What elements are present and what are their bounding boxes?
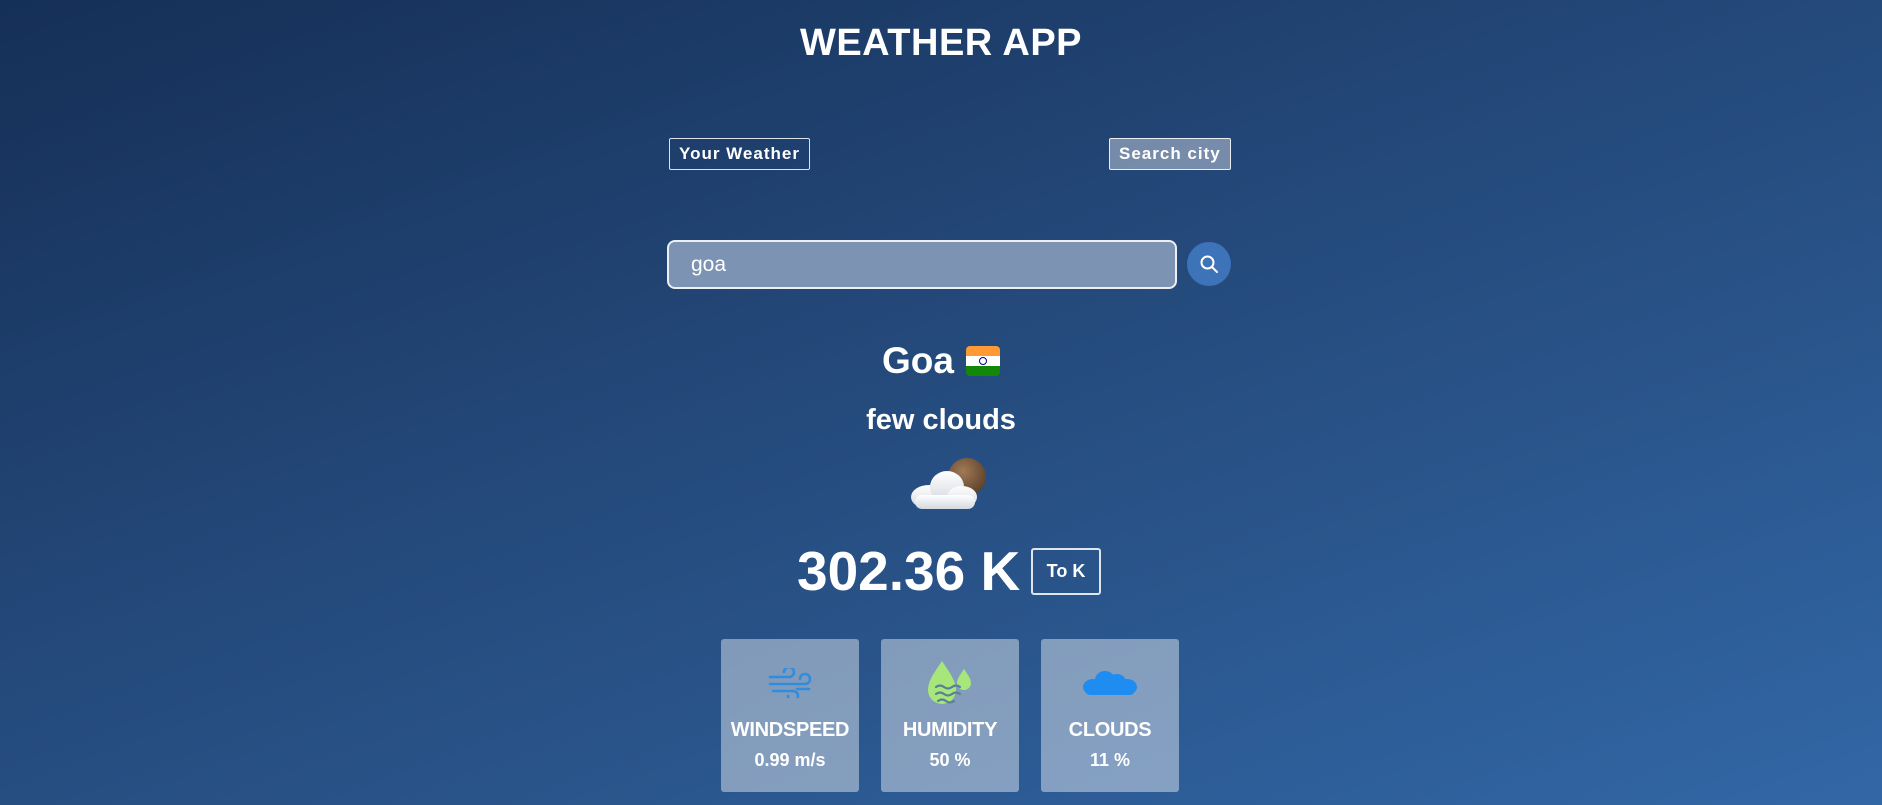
few-clouds-icon xyxy=(911,458,986,509)
wind-icon xyxy=(768,668,812,698)
tab-your-weather[interactable]: Your Weather xyxy=(669,138,810,170)
windspeed-value: 0.99 m/s xyxy=(754,750,826,770)
humidity-value: 50 % xyxy=(929,750,971,770)
city-name: Goa xyxy=(882,340,954,381)
humidity-card: HUMIDITY 50 % xyxy=(881,639,1019,792)
humidity-label: HUMIDITY xyxy=(902,719,998,741)
search-input[interactable] xyxy=(667,240,1177,289)
windspeed-card: WINDSPEED 0.99 m/s xyxy=(721,639,859,792)
tab-search-city[interactable]: Search city xyxy=(1109,138,1231,170)
search-icon xyxy=(1200,255,1218,273)
clouds-icon xyxy=(1083,671,1137,695)
app-title: WEATHER APP xyxy=(799,22,1083,64)
temperature: 302.36 K xyxy=(797,540,1021,602)
search-button[interactable] xyxy=(1187,242,1231,286)
clouds-label: CLOUDS xyxy=(1068,719,1152,741)
india-flag-icon xyxy=(965,346,1000,376)
weather-description: few clouds xyxy=(866,404,1016,436)
city-heading: Goa xyxy=(0,340,1882,382)
windspeed-label: WINDSPEED xyxy=(730,719,850,741)
humidity-icon xyxy=(928,661,971,704)
clouds-value: 11 % xyxy=(1089,750,1131,770)
unit-toggle-button[interactable]: To K xyxy=(1031,548,1101,595)
clouds-card: CLOUDS 11 % xyxy=(1041,639,1179,792)
